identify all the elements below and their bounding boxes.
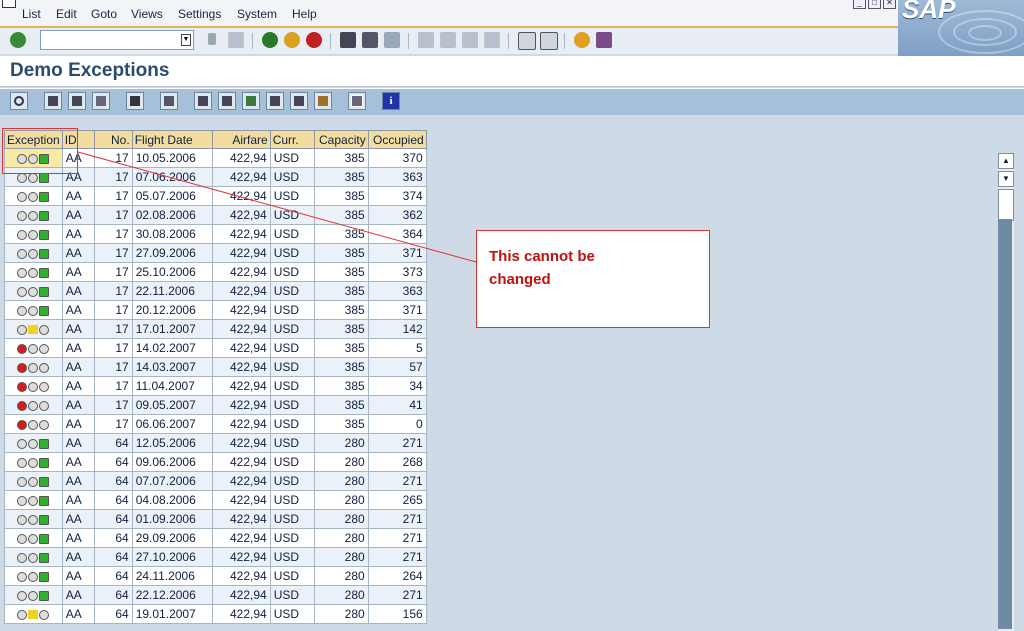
layout-grid-icon[interactable] bbox=[348, 92, 366, 110]
back-arrow-icon[interactable] bbox=[208, 33, 216, 45]
new-session-icon[interactable] bbox=[518, 32, 536, 50]
callout-text-line-2: changed bbox=[489, 271, 551, 288]
find-next-icon[interactable] bbox=[384, 32, 400, 48]
menu-settings[interactable]: Settings bbox=[178, 7, 221, 21]
exit-icon[interactable] bbox=[284, 32, 300, 48]
menu-list[interactable]: List bbox=[22, 7, 41, 21]
menu-bar: List Edit Goto Views Settings System Hel… bbox=[0, 0, 1024, 28]
save-icon[interactable] bbox=[228, 32, 244, 48]
excel-icon[interactable] bbox=[290, 92, 308, 110]
check-icon[interactable] bbox=[10, 32, 26, 48]
vertical-scrollbar[interactable]: ▲ ▼ bbox=[998, 153, 1014, 631]
subtotal-icon[interactable] bbox=[160, 92, 178, 110]
app-icon[interactable] bbox=[2, 0, 16, 8]
print-preview-icon[interactable] bbox=[194, 92, 212, 110]
sum-icon[interactable] bbox=[126, 92, 144, 110]
export-icon[interactable] bbox=[218, 92, 236, 110]
find-icon[interactable] bbox=[362, 32, 378, 48]
minimize-icon[interactable]: _ bbox=[853, 0, 866, 9]
maximize-icon[interactable]: □ bbox=[868, 0, 881, 9]
alv-toolbar: i bbox=[0, 88, 1024, 115]
last-page-icon[interactable] bbox=[484, 32, 500, 48]
next-page-icon[interactable] bbox=[462, 32, 478, 48]
scroll-up-icon[interactable]: ▲ bbox=[998, 153, 1014, 169]
sap-logo-text: SAP bbox=[902, 0, 956, 24]
info-icon[interactable]: i bbox=[382, 92, 400, 110]
menu-edit[interactable]: Edit bbox=[56, 7, 77, 21]
filter-icon[interactable] bbox=[92, 92, 110, 110]
callout-line-segment bbox=[77, 151, 477, 263]
alv-grid-area: Exception ID No. Flight Date Airfare Cur… bbox=[0, 126, 1024, 631]
print-icon[interactable] bbox=[340, 32, 356, 48]
callout-box: This cannot be changed bbox=[476, 230, 710, 328]
title-bar: Demo Exceptions bbox=[0, 56, 1024, 87]
page-title: Demo Exceptions bbox=[10, 60, 170, 81]
sap-logo: SAP bbox=[898, 0, 1024, 56]
scroll-thumb[interactable] bbox=[998, 189, 1014, 221]
prev-page-icon[interactable] bbox=[440, 32, 456, 48]
word-icon[interactable] bbox=[266, 92, 284, 110]
chevron-down-icon[interactable]: ▼ bbox=[181, 34, 191, 46]
first-page-icon[interactable] bbox=[418, 32, 434, 48]
menu-help[interactable]: Help bbox=[292, 7, 317, 21]
back-icon[interactable] bbox=[262, 32, 278, 48]
standard-toolbar: ▼ bbox=[0, 28, 898, 54]
help-icon[interactable] bbox=[574, 32, 590, 48]
menu-views[interactable]: Views bbox=[131, 7, 163, 21]
close-icon[interactable]: ✕ bbox=[883, 0, 896, 9]
mail-icon[interactable] bbox=[242, 92, 260, 110]
shortcut-icon[interactable] bbox=[540, 32, 558, 50]
menu-goto[interactable]: Goto bbox=[91, 7, 117, 21]
menu-system[interactable]: System bbox=[237, 7, 277, 21]
graphic-icon[interactable] bbox=[314, 92, 332, 110]
callout-text: This cannot be changed bbox=[489, 245, 595, 291]
scroll-track[interactable] bbox=[998, 219, 1012, 629]
callout-line bbox=[77, 151, 477, 263]
callout-text-line-1: This cannot be bbox=[489, 248, 595, 265]
sort-ascending-icon[interactable] bbox=[44, 92, 62, 110]
cancel-icon[interactable] bbox=[306, 32, 322, 48]
command-field[interactable]: ▼ bbox=[40, 30, 194, 50]
layout-icon[interactable] bbox=[596, 32, 612, 48]
scroll-down-icon[interactable]: ▼ bbox=[998, 171, 1014, 187]
details-icon[interactable] bbox=[10, 92, 28, 110]
sort-descending-icon[interactable] bbox=[68, 92, 86, 110]
